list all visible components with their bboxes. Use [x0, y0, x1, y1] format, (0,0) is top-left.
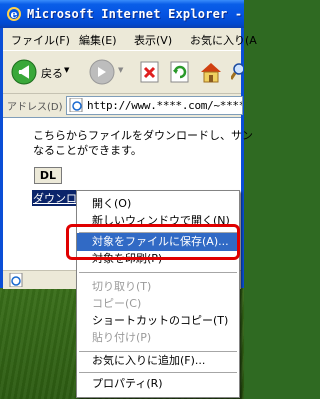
forward-button[interactable]: ▼: [89, 57, 129, 87]
toolbar: 戻る ▼ ▼: [3, 51, 243, 94]
address-field[interactable]: http://www.****.com/~*****/: [66, 96, 243, 115]
menu-item-label: 貼り付け(P): [92, 331, 152, 344]
menu-item-label: 切り取り(T): [92, 280, 152, 293]
address-bar: アドレス(D) http://www.****.com/~*****/: [3, 94, 243, 116]
menu-file[interactable]: ファイル(F): [11, 32, 70, 48]
home-icon[interactable]: [199, 57, 223, 87]
context-menu: 開く(O) 新しいウィンドウで開く(N) 対象をファイルに保存(A)... 対象…: [76, 190, 240, 398]
menu-item-open[interactable]: 開く(O): [77, 195, 239, 213]
menu-item-paste: 貼り付け(P): [77, 329, 239, 347]
menu-item-label: お気に入りに追加(F)...: [92, 354, 206, 367]
back-label: 戻る: [41, 67, 63, 80]
back-dropdown-icon[interactable]: ▼: [64, 66, 69, 74]
menu-view[interactable]: 表示(V): [134, 32, 172, 48]
menu-item-cut: 切り取り(T): [77, 278, 239, 296]
back-button[interactable]: 戻る ▼: [11, 57, 71, 87]
paragraph-line: こちらからファイルをダウンロードし、サン: [33, 129, 253, 142]
menu-edit[interactable]: 編集(E): [79, 32, 117, 48]
svg-text:e: e: [11, 8, 18, 21]
menu-item-add-favorites[interactable]: お気に入りに追加(F)...: [77, 352, 239, 370]
status-page-icon: [9, 273, 23, 287]
menu-item-copy-shortcut[interactable]: ショートカットのコピー(T): [77, 312, 239, 330]
menu-item-label: 開く(O): [92, 197, 132, 210]
menu-favorites[interactable]: お気に入り(A: [190, 32, 257, 48]
back-arrow-icon: [11, 59, 37, 85]
window-title: Microsoft Internet Explorer -: [27, 7, 243, 21]
ie-logo-icon: e: [7, 7, 21, 21]
refresh-icon[interactable]: [169, 57, 191, 87]
page-icon: [69, 98, 83, 112]
stop-icon[interactable]: [139, 57, 161, 87]
address-label: アドレス(D): [7, 102, 63, 113]
menu-bar: ファイル(F) 編集(E) 表示(V) お気に入り(A: [3, 28, 257, 51]
address-url: http://www.****.com/~*****/: [87, 99, 243, 112]
page-paragraph: こちらからファイルをダウンロードし、サン なることができます。: [33, 128, 253, 158]
title-bar[interactable]: e Microsoft Internet Explorer -: [0, 0, 244, 28]
menu-item-label: コピー(C): [92, 297, 142, 310]
paragraph-line: なることができます。: [33, 144, 142, 157]
menu-item-label: プロパティ(R): [92, 377, 163, 390]
menu-separator: [79, 272, 237, 273]
forward-dropdown-icon[interactable]: ▼: [118, 66, 123, 74]
menu-item-properties[interactable]: プロパティ(R): [77, 375, 239, 393]
dl-button[interactable]: DL: [34, 167, 62, 184]
highlight-box: [66, 224, 240, 260]
menu-item-copy: コピー(C): [77, 295, 239, 313]
search-icon[interactable]: [231, 57, 243, 87]
menu-separator: [79, 372, 237, 373]
forward-arrow-icon: [89, 59, 115, 85]
menu-item-label: ショートカットのコピー(T): [92, 314, 229, 327]
